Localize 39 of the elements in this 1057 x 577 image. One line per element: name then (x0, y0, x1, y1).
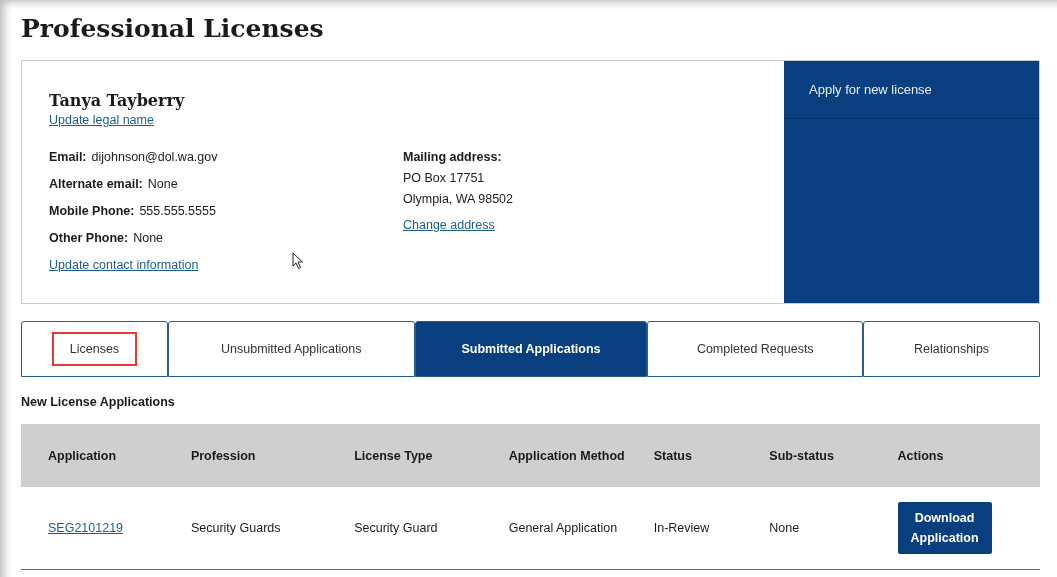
contact-value: None (133, 231, 164, 247)
apply-link[interactable]: Apply for new license (784, 61, 1039, 119)
address-line: PO Box 17751 (403, 171, 486, 187)
contact-label: Alternate email: (49, 177, 143, 193)
contact-value: None (147, 177, 178, 193)
mailing-label: Mailing address: (403, 150, 503, 166)
column-header: Profession (163, 424, 328, 487)
contact-label: Other Phone: (49, 231, 129, 247)
contact-label: Mobile Phone: (49, 204, 135, 220)
tab[interactable]: Licenses (21, 321, 168, 377)
column-header: Actions (870, 424, 1040, 487)
highlight-frame: Licenses (51, 332, 138, 366)
update-name-link[interactable]: Update legal name (49, 113, 154, 127)
tab[interactable]: Completed Requests (647, 321, 864, 377)
table-cell: Security Guards (163, 487, 328, 570)
update-contact-link[interactable]: Update contact information (49, 258, 403, 272)
section-title: New License Applications (21, 395, 176, 409)
column-header: Sub-status (742, 424, 871, 487)
table-cell: In-Review (626, 487, 743, 570)
column-header: License Type (327, 424, 482, 487)
contact-value: dijohnson@dol.wa.gov (91, 150, 218, 166)
contact-label: Email: (49, 150, 87, 166)
column-header: Application (21, 424, 164, 487)
table-cell: None (742, 487, 871, 570)
application-link[interactable]: SEG2101219 (48, 521, 124, 535)
change-address-link[interactable]: Change address (403, 218, 513, 232)
tab[interactable]: Relationships (863, 321, 1040, 377)
tab[interactable]: Unsubmitted Applications (167, 321, 415, 377)
person-name: Tanya Tayberry (49, 91, 186, 110)
column-header: Status (626, 424, 743, 487)
cursor-icon (292, 252, 304, 270)
address-line: Olympia, WA 98502 (403, 192, 513, 208)
column-header: Application Method (481, 424, 627, 487)
table-cell: General Application (481, 487, 627, 570)
download-button[interactable]: Download Application (897, 502, 992, 554)
table-cell: Security Guard (327, 487, 482, 570)
contact-value: 555.555.5555 (139, 204, 216, 220)
tab[interactable]: Submitted Applications (414, 321, 648, 377)
page-title: Professional Licenses (21, 13, 325, 45)
